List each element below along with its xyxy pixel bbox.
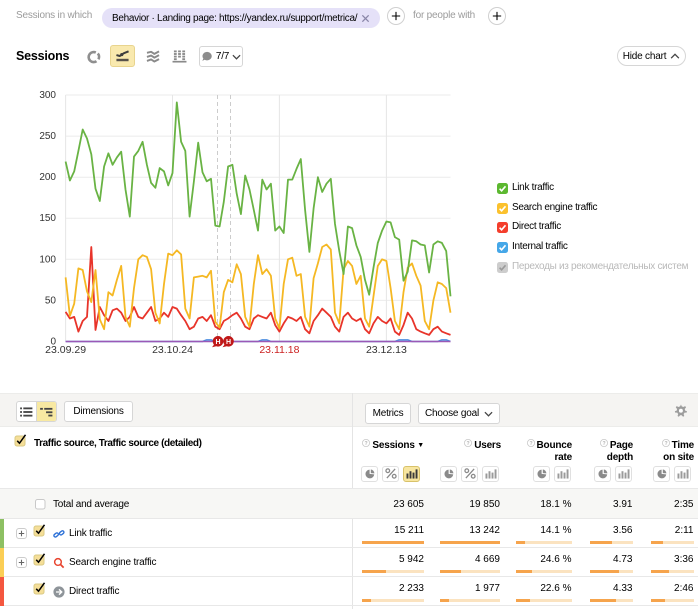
svg-text:100: 100 <box>39 254 56 265</box>
svg-text:?: ? <box>467 441 470 447</box>
svg-text:23.10.24: 23.10.24 <box>152 344 193 356</box>
svg-text:50: 50 <box>45 295 57 306</box>
svg-text:H: H <box>226 339 231 346</box>
svg-text:?: ? <box>529 441 532 447</box>
svg-text:H: H <box>215 339 220 346</box>
svg-text:250: 250 <box>39 131 56 142</box>
svg-text:?: ? <box>365 441 368 447</box>
svg-text:23.12.13: 23.12.13 <box>366 344 407 356</box>
svg-text:23.09.29: 23.09.29 <box>45 344 86 356</box>
svg-text:300: 300 <box>39 90 56 101</box>
svg-text:?: ? <box>664 441 667 447</box>
svg-text:23.11.18: 23.11.18 <box>259 344 299 356</box>
svg-text:150: 150 <box>39 213 56 224</box>
svg-text:200: 200 <box>39 172 56 183</box>
